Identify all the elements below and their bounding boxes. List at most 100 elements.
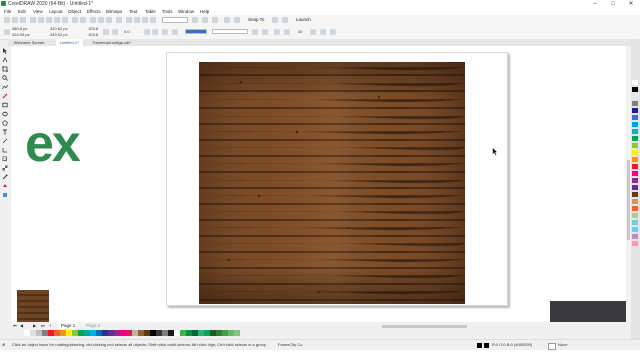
- zoom-tool-icon[interactable]: [2, 75, 8, 81]
- open-icon[interactable]: [12, 17, 18, 23]
- horizontal-scroll-thumb[interactable]: [382, 325, 467, 328]
- guidelines-icon[interactable]: [150, 17, 156, 23]
- interactive-fill-icon[interactable]: [2, 183, 8, 189]
- maximize-button[interactable]: □: [604, 0, 622, 8]
- first-page-icon[interactable]: ⏮: [13, 323, 17, 328]
- palette-swatch[interactable]: [632, 122, 638, 127]
- menu-tools[interactable]: Tools: [162, 9, 173, 14]
- transparency-tool-icon[interactable]: [2, 165, 8, 171]
- palette-swatch[interactable]: [632, 185, 638, 190]
- menu-file[interactable]: File: [4, 9, 11, 14]
- close-curve-icon[interactable]: [274, 29, 280, 35]
- line-style-field[interactable]: [212, 29, 248, 34]
- align-icon[interactable]: [320, 29, 326, 35]
- menu-edit[interactable]: Edit: [18, 9, 26, 14]
- palette-swatch[interactable]: [632, 143, 638, 148]
- next-page-icon[interactable]: ▶: [33, 323, 36, 328]
- mirror-horizontal-icon[interactable]: [144, 29, 150, 35]
- wood-texture-image[interactable]: [199, 62, 465, 304]
- cloud-icon[interactable]: [30, 17, 36, 23]
- palette-swatch[interactable]: [632, 129, 638, 134]
- tab-thumbnail-cottga[interactable]: Thumbnail-cottga.cdr*: [88, 39, 135, 46]
- object-origin-icon[interactable]: [4, 29, 10, 35]
- menu-help[interactable]: Help: [200, 9, 209, 14]
- palette-swatch[interactable]: [632, 157, 638, 162]
- settings-gear-icon[interactable]: [272, 17, 278, 23]
- number-field[interactable]: 30: [298, 29, 302, 34]
- search-content-icon[interactable]: [90, 17, 96, 23]
- redo-icon[interactable]: [80, 17, 86, 23]
- rotation-icon[interactable]: [112, 29, 118, 35]
- zoom-level-field[interactable]: [162, 17, 188, 23]
- outline-color-field[interactable]: [185, 29, 207, 34]
- menu-text[interactable]: Text: [129, 9, 137, 14]
- tab-untitled-1[interactable]: Untitled-1*: [56, 39, 83, 46]
- connector-tool-icon[interactable]: [2, 147, 8, 153]
- outline-width-icon[interactable]: [172, 29, 178, 35]
- magnet-icon[interactable]: [234, 17, 240, 23]
- outline-pen-icon[interactable]: [548, 343, 556, 350]
- minimize-button[interactable]: –: [586, 0, 604, 8]
- palette-swatch[interactable]: [632, 213, 638, 218]
- width-field[interactable]: 410.62 px: [50, 26, 68, 31]
- palette-swatch[interactable]: [632, 220, 638, 225]
- smart-fill-icon[interactable]: [2, 192, 8, 198]
- palette-swatch[interactable]: [632, 192, 638, 197]
- palette-swatch[interactable]: [632, 199, 638, 204]
- scale-y-field[interactable]: 103.8: [88, 32, 98, 37]
- end-arrow-icon[interactable]: [262, 29, 268, 35]
- quick-customize-icon[interactable]: [330, 29, 336, 35]
- palette-swatch[interactable]: [632, 206, 638, 211]
- drawing-view-icon[interactable]: [224, 17, 230, 23]
- tab-welcome-screen[interactable]: Welcome Screen: [10, 39, 48, 46]
- palette-swatch[interactable]: [632, 80, 638, 85]
- prev-page-icon[interactable]: ◀: [20, 323, 23, 328]
- print-icon[interactable]: [38, 17, 44, 23]
- copy-icon[interactable]: [54, 17, 60, 23]
- rectangle-tool-icon[interactable]: [2, 102, 8, 108]
- ellipse-tool-icon[interactable]: [2, 111, 8, 117]
- eyedropper-tool-icon[interactable]: [2, 174, 8, 180]
- palette-swatch[interactable]: [632, 234, 638, 239]
- palette-swatch[interactable]: [632, 101, 638, 106]
- menu-view[interactable]: View: [33, 9, 43, 14]
- full-screen-icon[interactable]: [126, 17, 132, 23]
- to-curve-icon[interactable]: [310, 29, 316, 35]
- rotation-field[interactable]: 0.0: [124, 29, 130, 34]
- launch-icon[interactable]: [282, 17, 288, 23]
- shape-tool-icon[interactable]: [2, 57, 8, 63]
- menu-object[interactable]: Object: [68, 9, 81, 14]
- last-page-icon[interactable]: ⏭: [41, 323, 45, 328]
- y-position-field[interactable]: 424.09 px: [12, 32, 30, 37]
- palette-swatch[interactable]: [632, 164, 638, 169]
- lock-ratio-icon[interactable]: [103, 29, 109, 35]
- paste-icon[interactable]: [62, 17, 68, 23]
- palette-swatch[interactable]: [632, 227, 638, 232]
- grid-icon[interactable]: [142, 17, 148, 23]
- document-palette-swatch[interactable]: [234, 330, 240, 336]
- export-icon[interactable]: [106, 17, 112, 23]
- drop-shadow-tool-icon[interactable]: [2, 156, 8, 162]
- palette-swatch[interactable]: [632, 178, 638, 183]
- palette-swatch[interactable]: [632, 150, 638, 155]
- add-page-icon[interactable]: +: [49, 323, 51, 328]
- node-icon[interactable]: [284, 29, 290, 35]
- page-1-tab[interactable]: Page 1: [58, 322, 79, 329]
- polygon-tool-icon[interactable]: [2, 120, 8, 126]
- palette-swatch[interactable]: [632, 171, 638, 176]
- save-icon[interactable]: [20, 17, 26, 23]
- transform-icon[interactable]: [212, 17, 218, 23]
- new-document-icon[interactable]: [4, 17, 10, 23]
- partial-logo-text[interactable]: ex: [25, 118, 81, 170]
- scale-x-field[interactable]: 103.8: [88, 26, 98, 31]
- rulers-icon[interactable]: [134, 17, 140, 23]
- palette-swatch[interactable]: [632, 87, 638, 92]
- undo-icon[interactable]: [72, 17, 78, 23]
- palette-swatch[interactable]: [632, 115, 638, 120]
- menu-layout[interactable]: Layout: [49, 9, 63, 14]
- launch-dropdown[interactable]: Launch: [296, 17, 311, 22]
- palette-swatch[interactable]: [632, 136, 638, 141]
- height-field[interactable]: 349.02 px: [50, 32, 68, 37]
- page-2-tab[interactable]: Page 2: [83, 322, 103, 329]
- wood-thumbnail-image[interactable]: [17, 290, 49, 324]
